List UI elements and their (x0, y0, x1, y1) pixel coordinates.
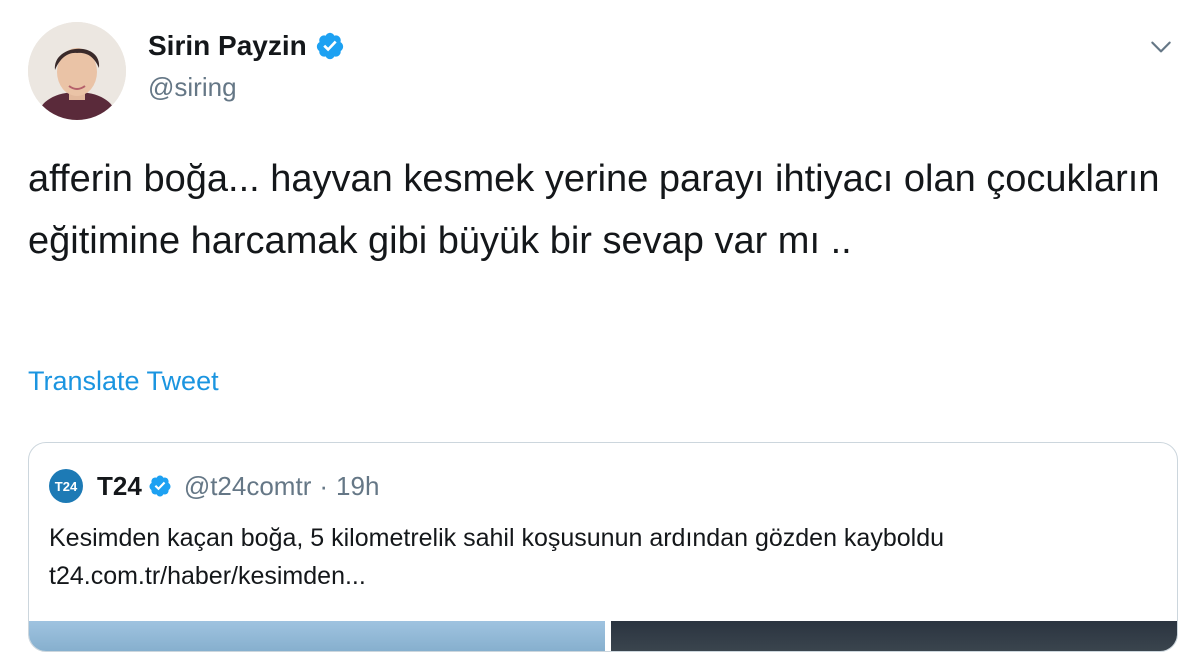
quoted-author-name[interactable]: T24 (97, 471, 142, 502)
quoted-tweet-text: Kesimden kaçan boğa, 5 kilometrelik sahi… (49, 524, 945, 552)
author-handle[interactable]: @siring (148, 72, 237, 103)
quoted-tweet-time[interactable]: 19h (336, 471, 379, 502)
quoted-tweet-link[interactable]: t24.com.tr/haber/kesimden... (49, 557, 366, 595)
media-image-left[interactable] (29, 621, 605, 651)
quoted-author-avatar[interactable]: T24 (49, 469, 83, 503)
quoted-author-handle[interactable]: @t24comtr (184, 471, 312, 502)
quoted-tweet-media[interactable] (29, 621, 1177, 651)
separator-dot: · (319, 470, 329, 501)
verified-badge-icon (149, 475, 171, 497)
tweet-text: afferin boğa... hayvan kesmek yerine par… (28, 158, 1160, 262)
translate-tweet-link[interactable]: Translate Tweet (28, 366, 219, 397)
quoted-tweet-card[interactable]: T24 T24 @t24comtr · 19h Kesimden kaçan b… (28, 442, 1178, 652)
chevron-down-icon[interactable] (1148, 34, 1174, 60)
quoted-tweet-header: T24 T24 @t24comtr · 19h (49, 469, 379, 503)
verified-badge-icon (316, 32, 343, 60)
author-name-row[interactable]: Sirin Payzin (148, 30, 345, 62)
author-avatar[interactable] (28, 22, 126, 120)
media-image-right[interactable] (611, 621, 1177, 651)
author-display-name[interactable]: Sirin Payzin (148, 30, 307, 62)
